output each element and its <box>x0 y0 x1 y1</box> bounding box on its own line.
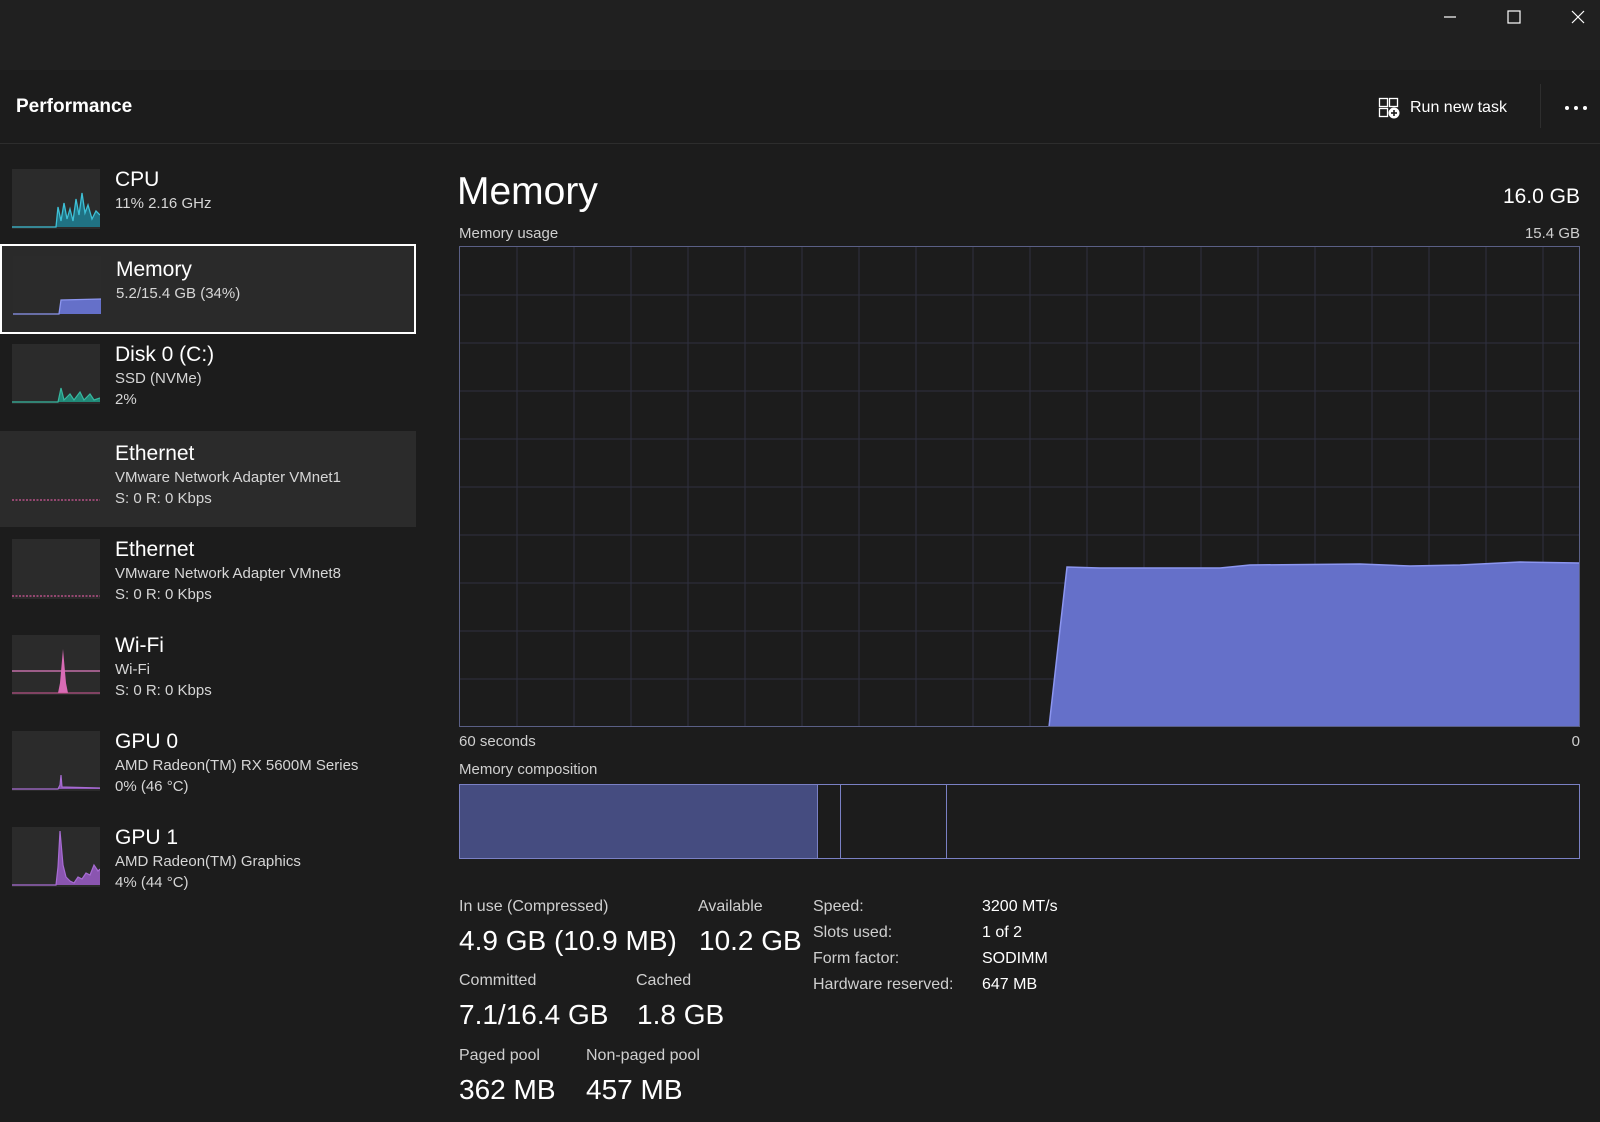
sidebar-item-title: Disk 0 (C:) <box>115 343 215 366</box>
non-paged-pool-value: 457 MB <box>586 1074 683 1105</box>
total-memory: 16.0 GB <box>1502 185 1580 208</box>
memory-usage-graph <box>459 246 1580 727</box>
non-paged-pool-label: Non-paged pool <box>586 1047 700 1064</box>
sidebar-item-title: GPU 1 <box>115 826 179 849</box>
sidebar-item-gpu0[interactable]: GPU 0 AMD Radeon(TM) RX 5600M Series 0% … <box>0 719 416 811</box>
run-new-task-label: Run new task <box>1410 99 1507 116</box>
sidebar-item-line1: VMware Network Adapter VMnet1 <box>115 469 341 486</box>
wifi-thumbnail <box>12 635 100 695</box>
sidebar-item-line2: 2% <box>115 391 137 408</box>
sidebar-item-ethernet-vmnet8[interactable]: Ethernet VMware Network Adapter VMnet8 S… <box>0 527 416 619</box>
sidebar-item-line2: S: 0 R: 0 Kbps <box>115 490 212 507</box>
memory-usage-label: Memory usage <box>459 225 559 242</box>
more-options-button[interactable] <box>1556 92 1596 124</box>
graph-time-right: 0 <box>1571 733 1580 750</box>
ethernet-thumbnail <box>12 539 100 599</box>
sidebar-item-line1: 5.2/15.4 GB (34%) <box>116 285 241 302</box>
sidebar-item-title: Wi-Fi <box>115 634 164 657</box>
composition-modified <box>818 785 841 858</box>
sidebar-item-line2: S: 0 R: 0 Kbps <box>115 682 212 699</box>
speed-key: Speed: <box>813 898 864 915</box>
header-divider <box>1540 84 1541 128</box>
run-new-task-button[interactable]: Run new task <box>1378 92 1507 124</box>
sidebar-item-line1: Wi-Fi <box>115 661 150 678</box>
form-factor-key: Form factor: <box>813 950 900 967</box>
minimize-button[interactable] <box>1418 0 1482 34</box>
memory-composition-label: Memory composition <box>459 761 598 778</box>
committed-value: 7.1/16.4 GB <box>459 999 609 1030</box>
sidebar-item-line1: 11% 2.16 GHz <box>115 195 212 212</box>
form-factor-value: SODIMM <box>982 950 1048 967</box>
title-bar <box>0 0 1600 70</box>
sidebar-item-line1: AMD Radeon(TM) Graphics <box>115 853 301 870</box>
speed-value: 3200 MT/s <box>982 898 1058 915</box>
sidebar-item-title: GPU 0 <box>115 730 179 753</box>
in-use-value: 4.9 GB (10.9 MB) <box>459 925 677 956</box>
sidebar-item-line1: SSD (NVMe) <box>115 370 202 387</box>
slots-used-key: Slots used: <box>813 924 893 941</box>
maximize-button[interactable] <box>1482 0 1546 34</box>
run-task-icon <box>1378 97 1400 119</box>
ethernet-thumbnail <box>12 443 100 503</box>
slots-used-value: 1 of 2 <box>982 924 1023 941</box>
hardware-reserved-key: Hardware reserved: <box>813 976 954 993</box>
close-button[interactable] <box>1546 0 1600 34</box>
paged-pool-value: 362 MB <box>459 1074 556 1105</box>
memory-usage-max: 15.4 GB <box>1524 225 1580 242</box>
committed-label: Committed <box>459 972 537 989</box>
composition-free <box>947 785 1579 858</box>
sidebar-item-ethernet-vmnet1[interactable]: Ethernet VMware Network Adapter VMnet1 S… <box>0 431 416 527</box>
sidebar-item-line2: 4% (44 °C) <box>115 874 189 891</box>
sidebar-item-wifi[interactable]: Wi-Fi Wi-Fi S: 0 R: 0 Kbps <box>0 623 416 715</box>
memory-thumbnail <box>13 256 101 316</box>
gpu1-thumbnail <box>12 827 100 887</box>
close-icon <box>1571 10 1585 24</box>
maximize-icon <box>1507 10 1521 24</box>
page-title: Performance <box>16 96 133 117</box>
paged-pool-label: Paged pool <box>459 1047 540 1064</box>
graph-time-left: 60 seconds <box>459 733 536 750</box>
hardware-reserved-value: 647 MB <box>982 976 1038 993</box>
cached-value: 1.8 GB <box>637 999 725 1030</box>
sidebar-item-title: Memory <box>116 258 192 281</box>
more-icon <box>1565 106 1587 110</box>
sidebar-item-memory[interactable]: Memory 5.2/15.4 GB (34%) <box>0 244 416 334</box>
sidebar-item-title: Ethernet <box>115 538 195 561</box>
available-label: Available <box>698 898 763 915</box>
sidebar-item-title: CPU <box>115 168 160 191</box>
sidebar-item-line1: VMware Network Adapter VMnet8 <box>115 565 341 582</box>
sidebar: CPU 11% 2.16 GHz Memory 5.2/15.4 GB (34%… <box>0 145 416 1122</box>
sidebar-item-title: Ethernet <box>115 442 195 465</box>
cached-label: Cached <box>636 972 692 989</box>
disk-thumbnail <box>12 344 100 404</box>
sidebar-item-cpu[interactable]: CPU 11% 2.16 GHz <box>0 157 416 249</box>
gpu0-thumbnail <box>12 731 100 791</box>
memory-composition-bar <box>459 784 1580 859</box>
sidebar-item-gpu1[interactable]: GPU 1 AMD Radeon(TM) Graphics 4% (44 °C) <box>0 815 416 907</box>
available-value: 10.2 GB <box>699 925 802 956</box>
sidebar-item-line2: S: 0 R: 0 Kbps <box>115 586 212 603</box>
composition-standby <box>841 785 947 858</box>
sidebar-item-line2: 0% (46 °C) <box>115 778 189 795</box>
in-use-label: In use (Compressed) <box>459 898 609 915</box>
main-title: Memory <box>457 170 598 213</box>
sidebar-item-disk[interactable]: Disk 0 (C:) SSD (NVMe) 2% <box>0 332 416 424</box>
composition-in-use <box>460 785 818 858</box>
cpu-thumbnail <box>12 169 100 229</box>
sidebar-item-line1: AMD Radeon(TM) RX 5600M Series <box>115 757 359 774</box>
minimize-icon <box>1444 16 1456 18</box>
page-header: Performance Run new task <box>0 70 1600 144</box>
